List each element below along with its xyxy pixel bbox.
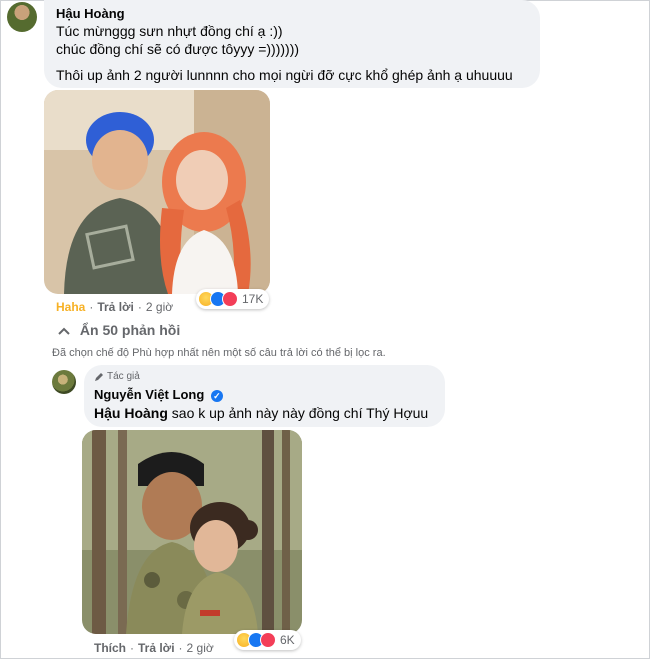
chevron-up-icon — [58, 327, 70, 336]
pencil-icon — [95, 372, 103, 381]
comment-photo-1[interactable] — [44, 90, 270, 294]
comment-bubble-2: Tác giả Nguyễn Việt Long ✓ Hậu Hoàng sao… — [84, 365, 445, 427]
comment-time[interactable]: 2 giờ — [187, 641, 214, 655]
comment-actions-2: Thích · Trả lời · 2 giờ — [94, 641, 214, 655]
love-icon — [260, 632, 276, 648]
photo-two-people — [44, 90, 270, 294]
hide-replies-label: Ẩn 50 phản hồi — [79, 322, 181, 338]
comment-line-3: Thôi up ảnh 2 người lunnnn cho mọi ngừi … — [56, 67, 513, 83]
comment-text: Hậu Hoàng sao k up ảnh này này đồng chí … — [94, 404, 428, 422]
comment-author-name[interactable]: Nguyễn Việt Long — [94, 387, 204, 402]
reaction-count: 6K — [280, 633, 295, 647]
like-link[interactable]: Thích — [94, 641, 126, 655]
comment-bubble-1: Hậu Hoàng Túc mừnggg sưn nhựt đồng chí ạ… — [44, 0, 540, 88]
reply-link[interactable]: Trả lời — [138, 641, 175, 655]
author-badge: Tác giả — [94, 371, 140, 382]
filter-notice: Đã chọn chế độ Phù hợp nhất nên một số c… — [52, 347, 386, 359]
comment-author: Nguyễn Việt Long ✓ — [94, 387, 223, 402]
separator-dot: · — [130, 641, 134, 655]
mention-link[interactable]: Hậu Hoàng — [94, 405, 168, 421]
avatar-hau-hoang[interactable] — [7, 2, 37, 32]
haha-reaction-link[interactable]: Haha — [56, 300, 85, 314]
separator-dot: · — [137, 300, 142, 314]
comment-actions-1: Haha · Trả lời · 2 giờ — [56, 300, 173, 314]
comment-line-2: chúc đồng chí sẽ có được tôyyy =))))))) — [56, 41, 300, 57]
love-icon — [222, 291, 238, 307]
separator-dot: · — [89, 300, 94, 314]
reaction-icons — [198, 291, 238, 307]
author-badge-label: Tác giả — [107, 371, 140, 382]
photo-soldiers — [82, 430, 302, 634]
reaction-icons — [236, 632, 276, 648]
reaction-summary-2[interactable]: 6K — [234, 630, 301, 650]
reply-link[interactable]: Trả lời — [97, 300, 134, 314]
reaction-count: 17K — [242, 292, 264, 306]
comment-line-1: Túc mừnggg sưn nhựt đồng chí ạ :)) — [56, 23, 283, 39]
comment-photo-2[interactable] — [82, 430, 302, 634]
hide-replies-button[interactable]: Ẩn 50 phản hồi — [58, 322, 180, 338]
separator-dot: · — [178, 641, 183, 655]
avatar-nguyen-viet-long[interactable] — [52, 370, 76, 394]
reaction-summary-1[interactable]: 17K — [196, 289, 270, 309]
comment-author[interactable]: Hậu Hoàng — [56, 6, 125, 21]
verified-badge-icon: ✓ — [210, 389, 223, 402]
comment-body: sao k up ảnh này này đồng chí Thý Hợuu — [167, 405, 429, 421]
comment-time[interactable]: 2 giờ — [146, 300, 173, 314]
